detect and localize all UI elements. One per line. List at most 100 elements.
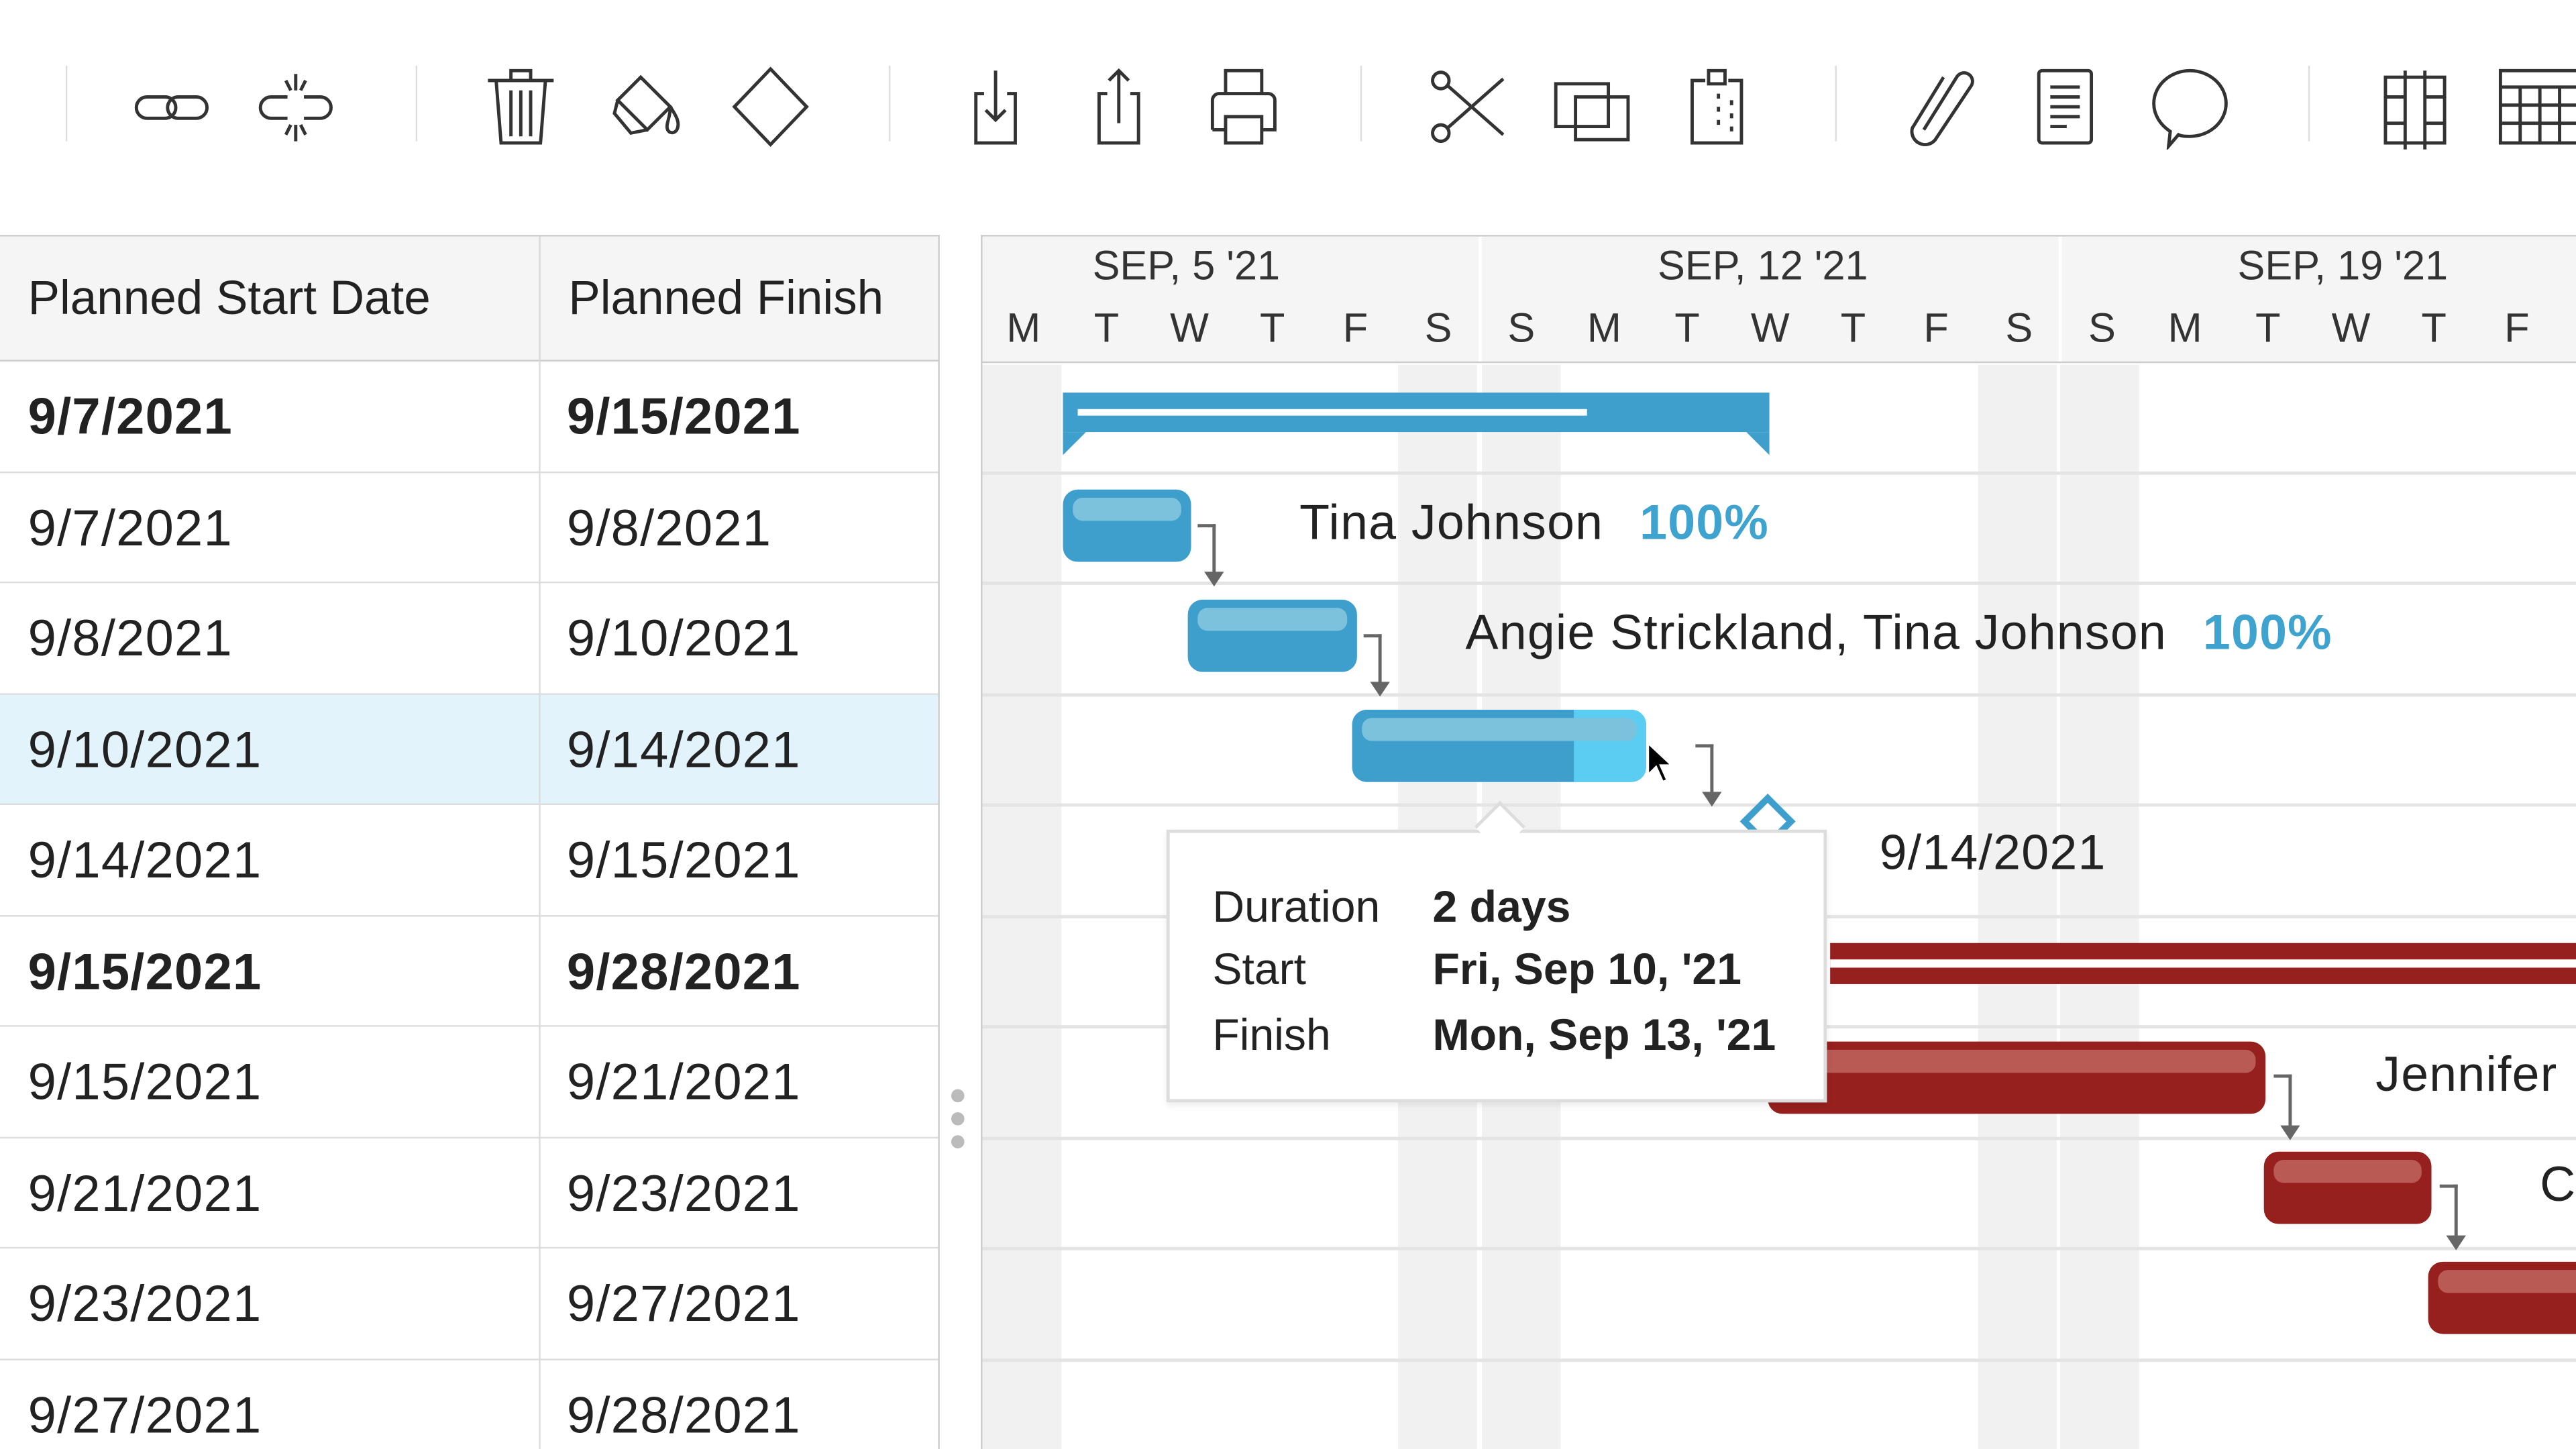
week-label: SEP, 19 '21 (2237, 243, 2449, 290)
dependency-arrow (2273, 1074, 2300, 1140)
planned-start-cell[interactable]: 9/21/2021 (0, 1138, 262, 1248)
link-icon (134, 95, 209, 120)
task-tooltip: Duration 2 days Start Fri, Sep 10, '21 F… (1166, 800, 1827, 1103)
planned-finish-cell[interactable]: 9/23/2021 (539, 1138, 800, 1248)
task-bar[interactable] (1768, 1041, 2266, 1114)
planned-start-cell[interactable]: 9/7/2021 (0, 472, 233, 582)
summary-progress-line (1830, 959, 2576, 968)
task-bar-selected[interactable] (1352, 709, 1646, 782)
day-label: T (1840, 305, 1866, 352)
toolbar-divider (1835, 65, 1837, 142)
attach-button[interactable] (1899, 62, 1984, 151)
toolbar-divider (415, 65, 418, 142)
trash-icon (488, 68, 554, 145)
planned-finish-cell[interactable]: 9/28/2021 (539, 1360, 800, 1449)
day-label: T (1093, 305, 1120, 352)
column-header-planned-start[interactable]: Planned Start Date (0, 236, 539, 362)
dependency-arrow (1695, 744, 1722, 807)
planned-start-cell[interactable]: 9/15/2021 (0, 916, 262, 1026)
planned-finish-cell[interactable]: 9/10/2021 (539, 583, 800, 693)
fill-color-button[interactable] (603, 62, 688, 151)
task-bar[interactable] (2263, 1151, 2432, 1224)
weekend-shade (982, 364, 1062, 1449)
task-label: Jennifer (2375, 1048, 2558, 1103)
toolbar-divider (65, 65, 68, 142)
planned-start-cell[interactable]: 9/7/2021 (0, 362, 233, 472)
week-label: SEP, 12 '21 (1658, 243, 1868, 290)
splitter-handle[interactable] (950, 1089, 966, 1155)
weekend-shade (1978, 364, 2057, 1449)
day-label: M (1006, 305, 1041, 352)
table-row[interactable]: 9/14/2021 9/15/2021 (0, 805, 938, 916)
tooltip-duration-label: Duration (1212, 882, 1381, 932)
link-button[interactable] (129, 62, 215, 151)
row-gridline (982, 470, 2576, 474)
planned-finish-cell[interactable]: 9/27/2021 (539, 1248, 800, 1358)
task-bar[interactable] (2428, 1261, 2576, 1334)
day-label: S (1424, 305, 1452, 352)
planned-finish-cell[interactable]: 9/15/2021 (539, 805, 800, 915)
mouse-cursor-icon (1646, 741, 1676, 784)
planned-finish-cell[interactable]: 9/28/2021 (539, 916, 800, 1026)
planned-start-cell[interactable]: 9/14/2021 (0, 805, 262, 915)
print-button[interactable] (1201, 62, 1286, 151)
planned-start-cell[interactable]: 9/10/2021 (0, 694, 262, 804)
planned-start-cell[interactable]: 9/8/2021 (0, 583, 233, 693)
day-label: S (1507, 305, 1536, 352)
grid-button[interactable] (2496, 62, 2576, 151)
planned-finish-cell[interactable]: 9/8/2021 (539, 472, 771, 582)
tooltip-start-label: Start (1212, 945, 1307, 994)
table-row[interactable]: 9/10/2021 9/14/2021 (0, 694, 938, 806)
planned-start-cell[interactable]: 9/23/2021 (0, 1248, 262, 1358)
planned-start-cell[interactable]: 9/27/2021 (0, 1360, 262, 1449)
table-row[interactable]: 9/15/2021 9/21/2021 (0, 1027, 938, 1138)
planned-finish-cell[interactable]: 9/21/2021 (539, 1027, 800, 1137)
task-bar[interactable] (1187, 599, 1357, 672)
dependency-arrow (1197, 524, 1224, 587)
planned-finish-cell[interactable]: 9/14/2021 (539, 694, 800, 804)
table-row[interactable]: 9/23/2021 9/27/2021 (0, 1248, 938, 1360)
table-row[interactable]: 9/27/2021 9/28/2021 (0, 1360, 938, 1449)
print-icon (1210, 68, 1277, 145)
paste-button[interactable] (1674, 62, 1760, 151)
copy-button[interactable] (1549, 62, 1634, 151)
tooltip-finish-value: Mon, Sep 13, '21 (1432, 1010, 1776, 1060)
column-header-planned-finish[interactable]: Planned Finish (539, 236, 938, 362)
comment-button[interactable] (2147, 62, 2233, 151)
summary-bar-phase1[interactable] (1063, 392, 1770, 433)
import-icon (974, 70, 1017, 145)
table-row[interactable]: 9/15/2021 9/28/2021 (0, 916, 938, 1027)
day-label: F (1923, 305, 1949, 352)
toolbar-divider (888, 65, 891, 142)
task-grid: Planned Start Date Planned Finish 9/7/20… (0, 235, 940, 1449)
day-label: T (2421, 305, 2447, 352)
notes-button[interactable] (2023, 62, 2108, 151)
row-gridline (982, 1136, 2576, 1140)
export-button[interactable] (1076, 62, 1161, 151)
dependency-arrow (1363, 634, 1390, 697)
columns-button[interactable] (2372, 62, 2457, 151)
delete-button[interactable] (478, 62, 564, 151)
tooltip-finish-label: Finish (1212, 1010, 1331, 1060)
table-row[interactable]: 9/7/2021 9/15/2021 (0, 362, 938, 473)
cut-icon (1431, 70, 1505, 144)
day-label: S (2005, 305, 2033, 352)
day-label: S (2088, 305, 2116, 352)
day-label: T (1674, 305, 1700, 352)
table-row[interactable]: 9/7/2021 9/8/2021 (0, 472, 938, 584)
table-row[interactable]: 9/21/2021 9/23/2021 (0, 1138, 938, 1249)
table-row[interactable]: 9/8/2021 9/10/2021 (0, 583, 938, 694)
planned-finish-cell[interactable]: 9/15/2021 (539, 362, 800, 472)
task-label: C (2540, 1158, 2576, 1213)
dependency-arrow (2439, 1184, 2466, 1250)
milestone-button[interactable] (728, 62, 813, 151)
day-label: F (1342, 305, 1368, 352)
task-label: Tina Johnson 100% (1299, 496, 1769, 551)
unlink-button[interactable] (253, 62, 338, 151)
import-button[interactable] (953, 62, 1038, 151)
planned-start-cell[interactable]: 9/15/2021 (0, 1027, 262, 1137)
cut-button[interactable] (1424, 62, 1509, 151)
task-bar[interactable] (1063, 489, 1191, 562)
summary-bar-phase2[interactable] (1830, 943, 2576, 984)
day-label: W (1170, 305, 1209, 352)
